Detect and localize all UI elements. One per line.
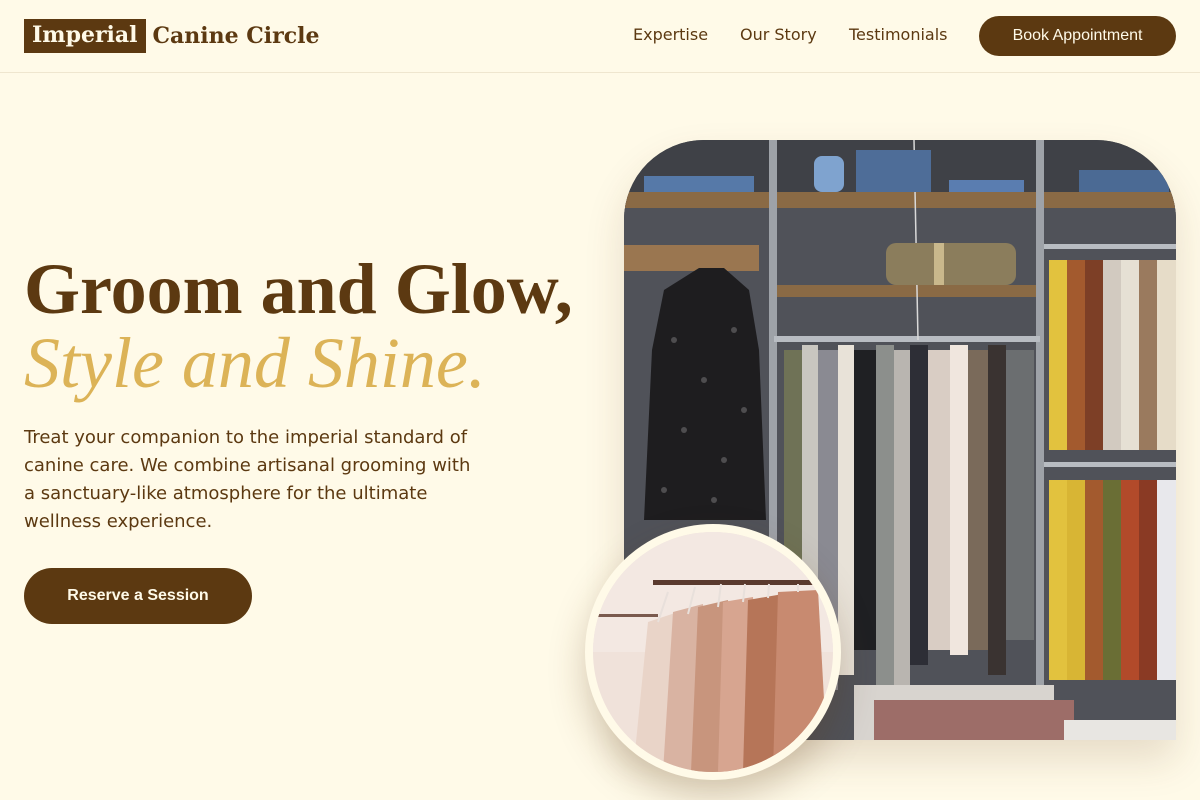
nav-link-testimonials[interactable]: Testimonials (849, 24, 948, 46)
book-appointment-button[interactable]: Book Appointment (979, 16, 1176, 56)
brand-logo-highlight: Imperial (24, 19, 146, 53)
hero-title-line-2: Style and Shine. (24, 323, 486, 403)
brand-logo-text: Canine Circle (152, 23, 320, 49)
hero-title-line-1: Groom and Glow, (24, 249, 573, 329)
brand-logo[interactable]: Imperial Canine Circle (24, 19, 320, 53)
hero-description: Treat your companion to the imperial sta… (24, 427, 471, 532)
nav-link-expertise[interactable]: Expertise (633, 24, 708, 46)
hero-inset-image (585, 524, 841, 780)
site-header: Imperial Canine Circle Expertise Our Sto… (0, 0, 1200, 73)
reserve-session-button[interactable]: Reserve a Session (24, 568, 252, 624)
nav-link-our-story[interactable]: Our Story (740, 24, 817, 46)
